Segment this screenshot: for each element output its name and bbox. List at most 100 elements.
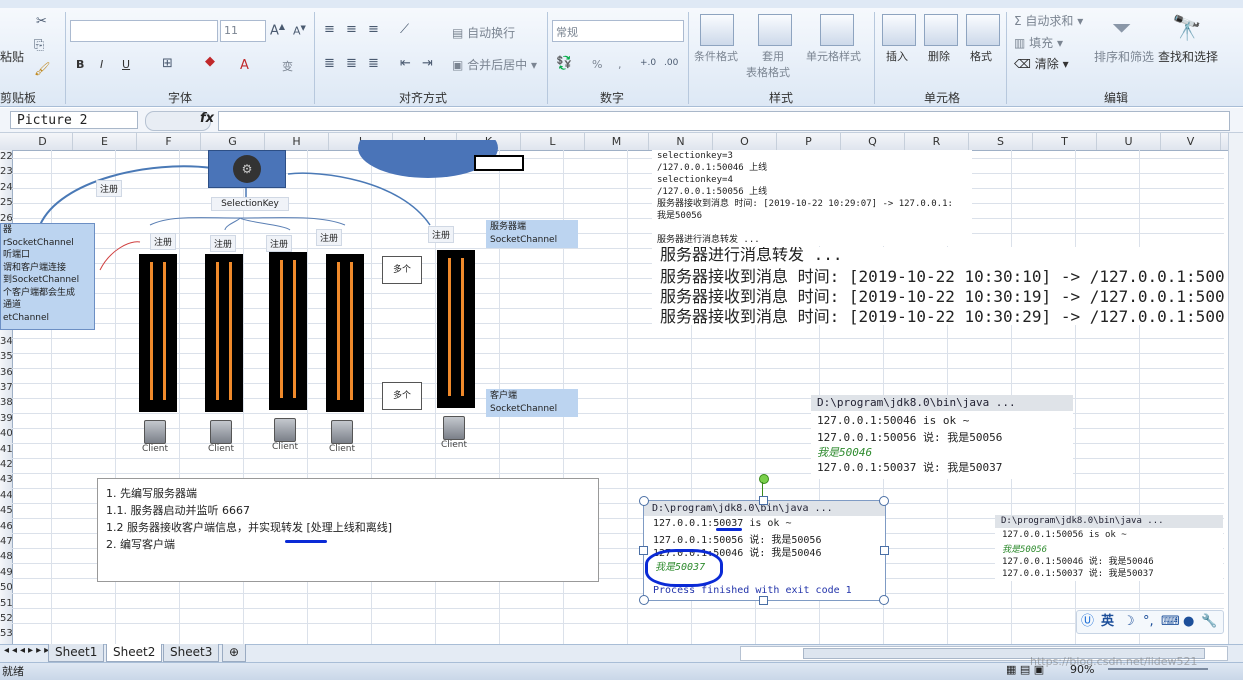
row-header-cell[interactable]: 49 [0, 566, 12, 579]
sort-filter-icon[interactable]: ⏷ [1112, 14, 1131, 42]
column-header-cell[interactable]: Q [841, 133, 905, 150]
ime-logo-icon[interactable]: Ⓤ [1081, 611, 1094, 633]
conditional-format-icon[interactable] [700, 14, 734, 46]
punctuation-icon[interactable]: °, [1143, 611, 1154, 633]
resize-handle[interactable] [639, 496, 649, 506]
column-header-cell[interactable]: S [969, 133, 1033, 150]
decrease-decimal-icon[interactable]: .00 [664, 58, 678, 68]
sort-filter-button[interactable]: 排序和筛选 [1094, 48, 1154, 65]
format-painter-icon[interactable]: 🖌 [34, 62, 51, 77]
insert-sheet-tab[interactable]: ⊕ [222, 644, 247, 662]
insert-button[interactable]: 插入 [886, 48, 908, 64]
cell-styles-button[interactable]: 单元格样式 [806, 48, 861, 64]
font-name-select[interactable] [70, 20, 218, 42]
clear-button[interactable]: ⌫ 清除 ▾ [1014, 55, 1069, 72]
format-cells-icon[interactable] [966, 14, 1000, 46]
row-header-cell[interactable]: 52 [0, 612, 12, 625]
binoculars-icon[interactable]: 🔭 [1172, 14, 1202, 42]
row-header-cell[interactable]: 51 [0, 597, 12, 610]
font-color-button[interactable]: A [240, 58, 249, 73]
notes-textbox[interactable]: 1. 先编写服务器端 1.1. 服务器启动并监听 6667 1.2 服务器接收客… [97, 478, 599, 582]
sheet-tab-3[interactable]: Sheet3 [163, 644, 220, 662]
align-center-icon[interactable]: ≣ [346, 56, 357, 71]
phonetic-button[interactable]: 变 [282, 58, 293, 74]
sheet-nav-buttons[interactable]: ◂◂◂▸▸▸ [4, 645, 52, 656]
vertical-scrollbar[interactable] [1228, 133, 1243, 644]
resize-handle[interactable] [880, 546, 889, 555]
decrease-indent-icon[interactable]: ⇤ [400, 56, 411, 71]
grow-font-icon[interactable]: A▲ [270, 22, 285, 38]
increase-indent-icon[interactable]: ⇥ [422, 56, 433, 71]
name-box[interactable]: Picture 2 [10, 111, 138, 129]
cut-icon[interactable]: ✂ [36, 14, 47, 29]
underline-button[interactable]: U [122, 58, 130, 71]
delete-cells-icon[interactable] [924, 14, 958, 46]
row-header-cell[interactable]: 47 [0, 535, 12, 548]
row-header-cell[interactable]: 43 [0, 473, 12, 486]
resize-handle[interactable] [639, 595, 649, 605]
align-top-icon[interactable]: ≡ [324, 22, 335, 37]
increase-decimal-icon[interactable]: +.0 [640, 58, 656, 68]
user-icon[interactable]: ● [1183, 611, 1194, 633]
resize-handle[interactable] [639, 546, 648, 555]
align-middle-icon[interactable]: ≡ [346, 22, 357, 37]
row-header-cell[interactable]: 53 [0, 627, 12, 640]
column-header-cell[interactable]: V [1161, 133, 1221, 150]
wrap-text-button[interactable]: ▤ 自动换行 [452, 24, 515, 41]
align-right-icon[interactable]: ≣ [368, 56, 379, 71]
zoom-slider[interactable] [1108, 668, 1208, 670]
comma-button[interactable]: , [618, 58, 622, 71]
row-header-cell[interactable]: 50 [0, 581, 12, 594]
fill-button[interactable]: ▥ 填充 ▾ [1014, 34, 1063, 51]
resize-handle[interactable] [879, 496, 889, 506]
row-header-cell[interactable]: 44 [0, 489, 12, 502]
resize-handle[interactable] [759, 496, 768, 505]
table-format-button-2[interactable]: 表格格式 [746, 64, 790, 80]
wrench-icon[interactable]: 🔧 [1201, 611, 1217, 633]
font-size-select[interactable]: 11 [220, 20, 266, 42]
number-format-select[interactable]: 常规 [552, 20, 684, 42]
rotate-handle[interactable] [759, 474, 769, 484]
resize-handle[interactable] [879, 595, 889, 605]
table-format-button[interactable]: 套用 [762, 48, 784, 64]
column-header-cell[interactable]: O [713, 133, 777, 150]
orientation-icon[interactable]: ⟋ [400, 22, 409, 37]
fill-color-icon[interactable]: ◆ [205, 54, 215, 69]
column-header-cell[interactable]: R [905, 133, 969, 150]
italic-button[interactable]: I [100, 58, 103, 71]
autosum-button[interactable]: Σ 自动求和 ▾ [1014, 12, 1083, 29]
column-header-cell[interactable]: N [649, 133, 713, 150]
table-format-icon[interactable] [758, 14, 792, 46]
copy-icon[interactable]: ⎘ [34, 38, 44, 53]
percent-button[interactable]: % [592, 58, 602, 71]
ime-lang-toggle[interactable]: 英 [1101, 611, 1114, 633]
shrink-font-icon[interactable]: A▼ [293, 24, 306, 38]
column-header-cell[interactable]: U [1097, 133, 1161, 150]
bold-button[interactable]: B [76, 58, 84, 71]
delete-button[interactable]: 删除 [928, 48, 950, 64]
cell-styles-icon[interactable] [820, 14, 854, 46]
ime-toolbar[interactable]: Ⓤ 英 ☽ °, ⌨ ● 🔧 [1076, 610, 1224, 634]
row-header-cell[interactable]: 48 [0, 550, 12, 563]
conditional-format-button[interactable]: 条件格式 [694, 48, 738, 64]
border-icon[interactable]: ⊞ [162, 56, 173, 71]
align-bottom-icon[interactable]: ≡ [368, 22, 379, 37]
paste-button[interactable]: 粘贴 [0, 48, 24, 65]
find-select-button[interactable]: 查找和选择 [1158, 48, 1218, 65]
sheet-tab-1[interactable]: Sheet1 [48, 644, 105, 662]
column-header-cell[interactable]: P [777, 133, 841, 150]
moon-icon[interactable]: ☽ [1123, 611, 1135, 633]
insert-cells-icon[interactable] [882, 14, 916, 46]
formula-input[interactable] [218, 111, 1230, 131]
column-header-cell[interactable]: T [1033, 133, 1097, 150]
row-header-cell[interactable]: 45 [0, 504, 12, 517]
row-header-cell[interactable]: 46 [0, 520, 12, 533]
keyboard-icon[interactable]: ⌨ [1161, 611, 1180, 633]
align-left-icon[interactable]: ≣ [324, 56, 335, 71]
format-button[interactable]: 格式 [970, 48, 992, 64]
sheet-tab-2[interactable]: Sheet2 [106, 644, 163, 662]
currency-icon[interactable]: 💱 [556, 56, 572, 71]
insert-function-button[interactable]: fx [200, 111, 214, 126]
resize-handle[interactable] [759, 596, 768, 605]
merge-center-button[interactable]: ▣ 合并后居中 ▾ [452, 56, 537, 73]
